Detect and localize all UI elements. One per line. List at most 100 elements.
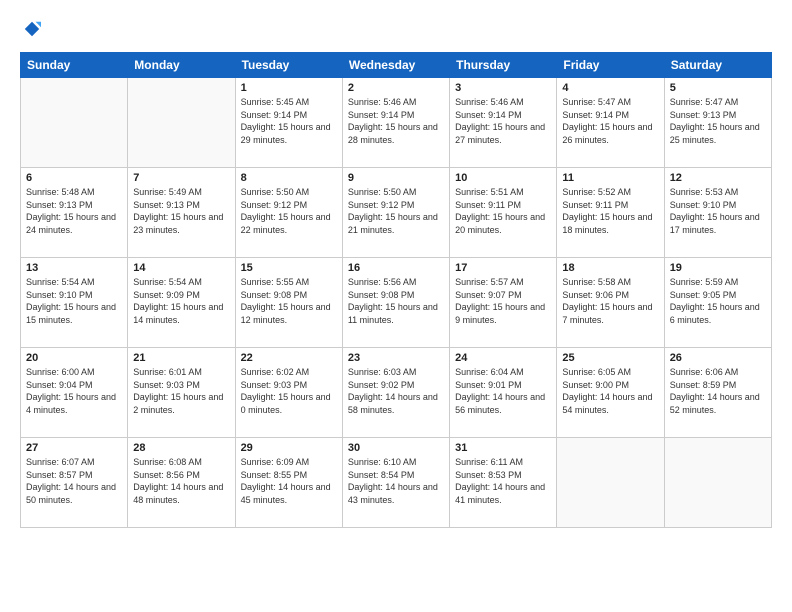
calendar-cell: 30 Sunrise: 6:10 AM Sunset: 8:54 PM Dayli… [342,438,449,528]
day-number: 9 [348,172,444,184]
day-number: 21 [133,352,229,364]
day-info: Sunrise: 5:47 AM Sunset: 9:13 PM Dayligh… [670,96,766,146]
day-info: Sunrise: 5:56 AM Sunset: 9:08 PM Dayligh… [348,276,444,326]
calendar-cell [128,78,235,168]
day-number: 8 [241,172,337,184]
calendar-cell: 7 Sunrise: 5:49 AM Sunset: 9:13 PM Daylig… [128,168,235,258]
calendar-cell: 14 Sunrise: 5:54 AM Sunset: 9:09 PM Dayli… [128,258,235,348]
day-number: 27 [26,442,122,454]
calendar-cell: 6Sunrise: 5:48 AM Sunset: 9:13 PM Daylig… [21,168,128,258]
day-number: 16 [348,262,444,274]
day-number: 13 [26,262,122,274]
calendar-week-3: 20 Sunrise: 6:00 AM Sunset: 9:04 PM Dayli… [21,348,772,438]
day-number: 10 [455,172,551,184]
day-info: Sunrise: 5:50 AM Sunset: 9:12 PM Dayligh… [348,186,444,236]
calendar-cell: 25 Sunrise: 6:05 AM Sunset: 9:00 PM Dayli… [557,348,664,438]
calendar-cell [557,438,664,528]
calendar-cell: 4 Sunrise: 5:47 AM Sunset: 9:14 PM Daylig… [557,78,664,168]
day-number: 25 [562,352,658,364]
day-number: 23 [348,352,444,364]
calendar-cell: 26Sunrise: 6:06 AM Sunset: 8:59 PM Dayli… [664,348,771,438]
day-info: Sunrise: 5:55 AM Sunset: 9:08 PM Dayligh… [241,276,337,326]
day-number: 15 [241,262,337,274]
logo-icon [23,20,41,38]
calendar-cell [21,78,128,168]
calendar-cell: 1 Sunrise: 5:45 AM Sunset: 9:14 PM Daylig… [235,78,342,168]
calendar-body: 1 Sunrise: 5:45 AM Sunset: 9:14 PM Daylig… [21,78,772,528]
day-number: 29 [241,442,337,454]
day-number: 2 [348,82,444,94]
calendar-cell: 22Sunrise: 6:02 AM Sunset: 9:03 PM Dayli… [235,348,342,438]
calendar-header-wednesday: Wednesday [342,53,449,78]
calendar-cell: 31 Sunrise: 6:11 AM Sunset: 8:53 PM Dayli… [450,438,557,528]
day-info: Sunrise: 6:06 AM Sunset: 8:59 PM Dayligh… [670,366,766,416]
calendar-header-thursday: Thursday [450,53,557,78]
day-info: Sunrise: 6:08 AM Sunset: 8:56 PM Dayligh… [133,456,229,506]
day-info: Sunrise: 5:49 AM Sunset: 9:13 PM Dayligh… [133,186,229,236]
calendar-cell: 19Sunrise: 5:59 AM Sunset: 9:05 PM Dayli… [664,258,771,348]
calendar-cell [664,438,771,528]
calendar-header-sunday: Sunday [21,53,128,78]
day-info: Sunrise: 5:57 AM Sunset: 9:07 PM Dayligh… [455,276,551,326]
day-number: 12 [670,172,766,184]
calendar-cell: 28 Sunrise: 6:08 AM Sunset: 8:56 PM Dayli… [128,438,235,528]
day-info: Sunrise: 6:00 AM Sunset: 9:04 PM Dayligh… [26,366,122,416]
day-number: 1 [241,82,337,94]
calendar-week-0: 1 Sunrise: 5:45 AM Sunset: 9:14 PM Daylig… [21,78,772,168]
calendar-cell: 8 Sunrise: 5:50 AM Sunset: 9:12 PM Daylig… [235,168,342,258]
calendar-cell: 16 Sunrise: 5:56 AM Sunset: 9:08 PM Dayli… [342,258,449,348]
calendar-cell: 15 Sunrise: 5:55 AM Sunset: 9:08 PM Dayli… [235,258,342,348]
day-info: Sunrise: 6:05 AM Sunset: 9:00 PM Dayligh… [562,366,658,416]
day-number: 30 [348,442,444,454]
day-info: Sunrise: 5:46 AM Sunset: 9:14 PM Dayligh… [348,96,444,146]
calendar-cell: 13 Sunrise: 5:54 AM Sunset: 9:10 PM Dayli… [21,258,128,348]
calendar-cell: 5Sunrise: 5:47 AM Sunset: 9:13 PM Daylig… [664,78,771,168]
header [20,20,772,38]
calendar-cell: 27 Sunrise: 6:07 AM Sunset: 8:57 PM Dayli… [21,438,128,528]
day-info: Sunrise: 6:09 AM Sunset: 8:55 PM Dayligh… [241,456,337,506]
day-number: 31 [455,442,551,454]
day-info: Sunrise: 6:11 AM Sunset: 8:53 PM Dayligh… [455,456,551,506]
day-number: 14 [133,262,229,274]
day-number: 18 [562,262,658,274]
calendar-cell: 17Sunrise: 5:57 AM Sunset: 9:07 PM Dayli… [450,258,557,348]
day-info: Sunrise: 5:50 AM Sunset: 9:12 PM Dayligh… [241,186,337,236]
logo [20,20,41,38]
day-info: Sunrise: 5:54 AM Sunset: 9:09 PM Dayligh… [133,276,229,326]
calendar-header-monday: Monday [128,53,235,78]
calendar-cell: 3Sunrise: 5:46 AM Sunset: 9:14 PM Daylig… [450,78,557,168]
day-info: Sunrise: 6:03 AM Sunset: 9:02 PM Dayligh… [348,366,444,416]
day-number: 7 [133,172,229,184]
calendar-cell: 9 Sunrise: 5:50 AM Sunset: 9:12 PM Daylig… [342,168,449,258]
day-info: Sunrise: 5:58 AM Sunset: 9:06 PM Dayligh… [562,276,658,326]
day-number: 6 [26,172,122,184]
day-number: 19 [670,262,766,274]
calendar-cell: 18 Sunrise: 5:58 AM Sunset: 9:06 PM Dayli… [557,258,664,348]
day-info: Sunrise: 5:53 AM Sunset: 9:10 PM Dayligh… [670,186,766,236]
calendar-cell: 12 Sunrise: 5:53 AM Sunset: 9:10 PM Dayli… [664,168,771,258]
day-number: 20 [26,352,122,364]
calendar-table: SundayMondayTuesdayWednesdayThursdayFrid… [20,52,772,528]
calendar-week-1: 6Sunrise: 5:48 AM Sunset: 9:13 PM Daylig… [21,168,772,258]
day-info: Sunrise: 6:10 AM Sunset: 8:54 PM Dayligh… [348,456,444,506]
day-number: 3 [455,82,551,94]
day-info: Sunrise: 5:54 AM Sunset: 9:10 PM Dayligh… [26,276,122,326]
calendar-cell: 21 Sunrise: 6:01 AM Sunset: 9:03 PM Dayli… [128,348,235,438]
day-info: Sunrise: 5:45 AM Sunset: 9:14 PM Dayligh… [241,96,337,146]
day-number: 11 [562,172,658,184]
calendar-cell: 11 Sunrise: 5:52 AM Sunset: 9:11 PM Dayli… [557,168,664,258]
day-number: 4 [562,82,658,94]
day-info: Sunrise: 5:51 AM Sunset: 9:11 PM Dayligh… [455,186,551,236]
day-info: Sunrise: 5:52 AM Sunset: 9:11 PM Dayligh… [562,186,658,236]
day-info: Sunrise: 6:01 AM Sunset: 9:03 PM Dayligh… [133,366,229,416]
calendar-week-2: 13 Sunrise: 5:54 AM Sunset: 9:10 PM Dayli… [21,258,772,348]
day-info: Sunrise: 5:47 AM Sunset: 9:14 PM Dayligh… [562,96,658,146]
calendar-header-saturday: Saturday [664,53,771,78]
day-number: 28 [133,442,229,454]
day-number: 24 [455,352,551,364]
calendar-cell: 2 Sunrise: 5:46 AM Sunset: 9:14 PM Daylig… [342,78,449,168]
calendar-header-tuesday: Tuesday [235,53,342,78]
calendar-week-4: 27 Sunrise: 6:07 AM Sunset: 8:57 PM Dayli… [21,438,772,528]
day-info: Sunrise: 6:07 AM Sunset: 8:57 PM Dayligh… [26,456,122,506]
calendar-cell: 10 Sunrise: 5:51 AM Sunset: 9:11 PM Dayli… [450,168,557,258]
